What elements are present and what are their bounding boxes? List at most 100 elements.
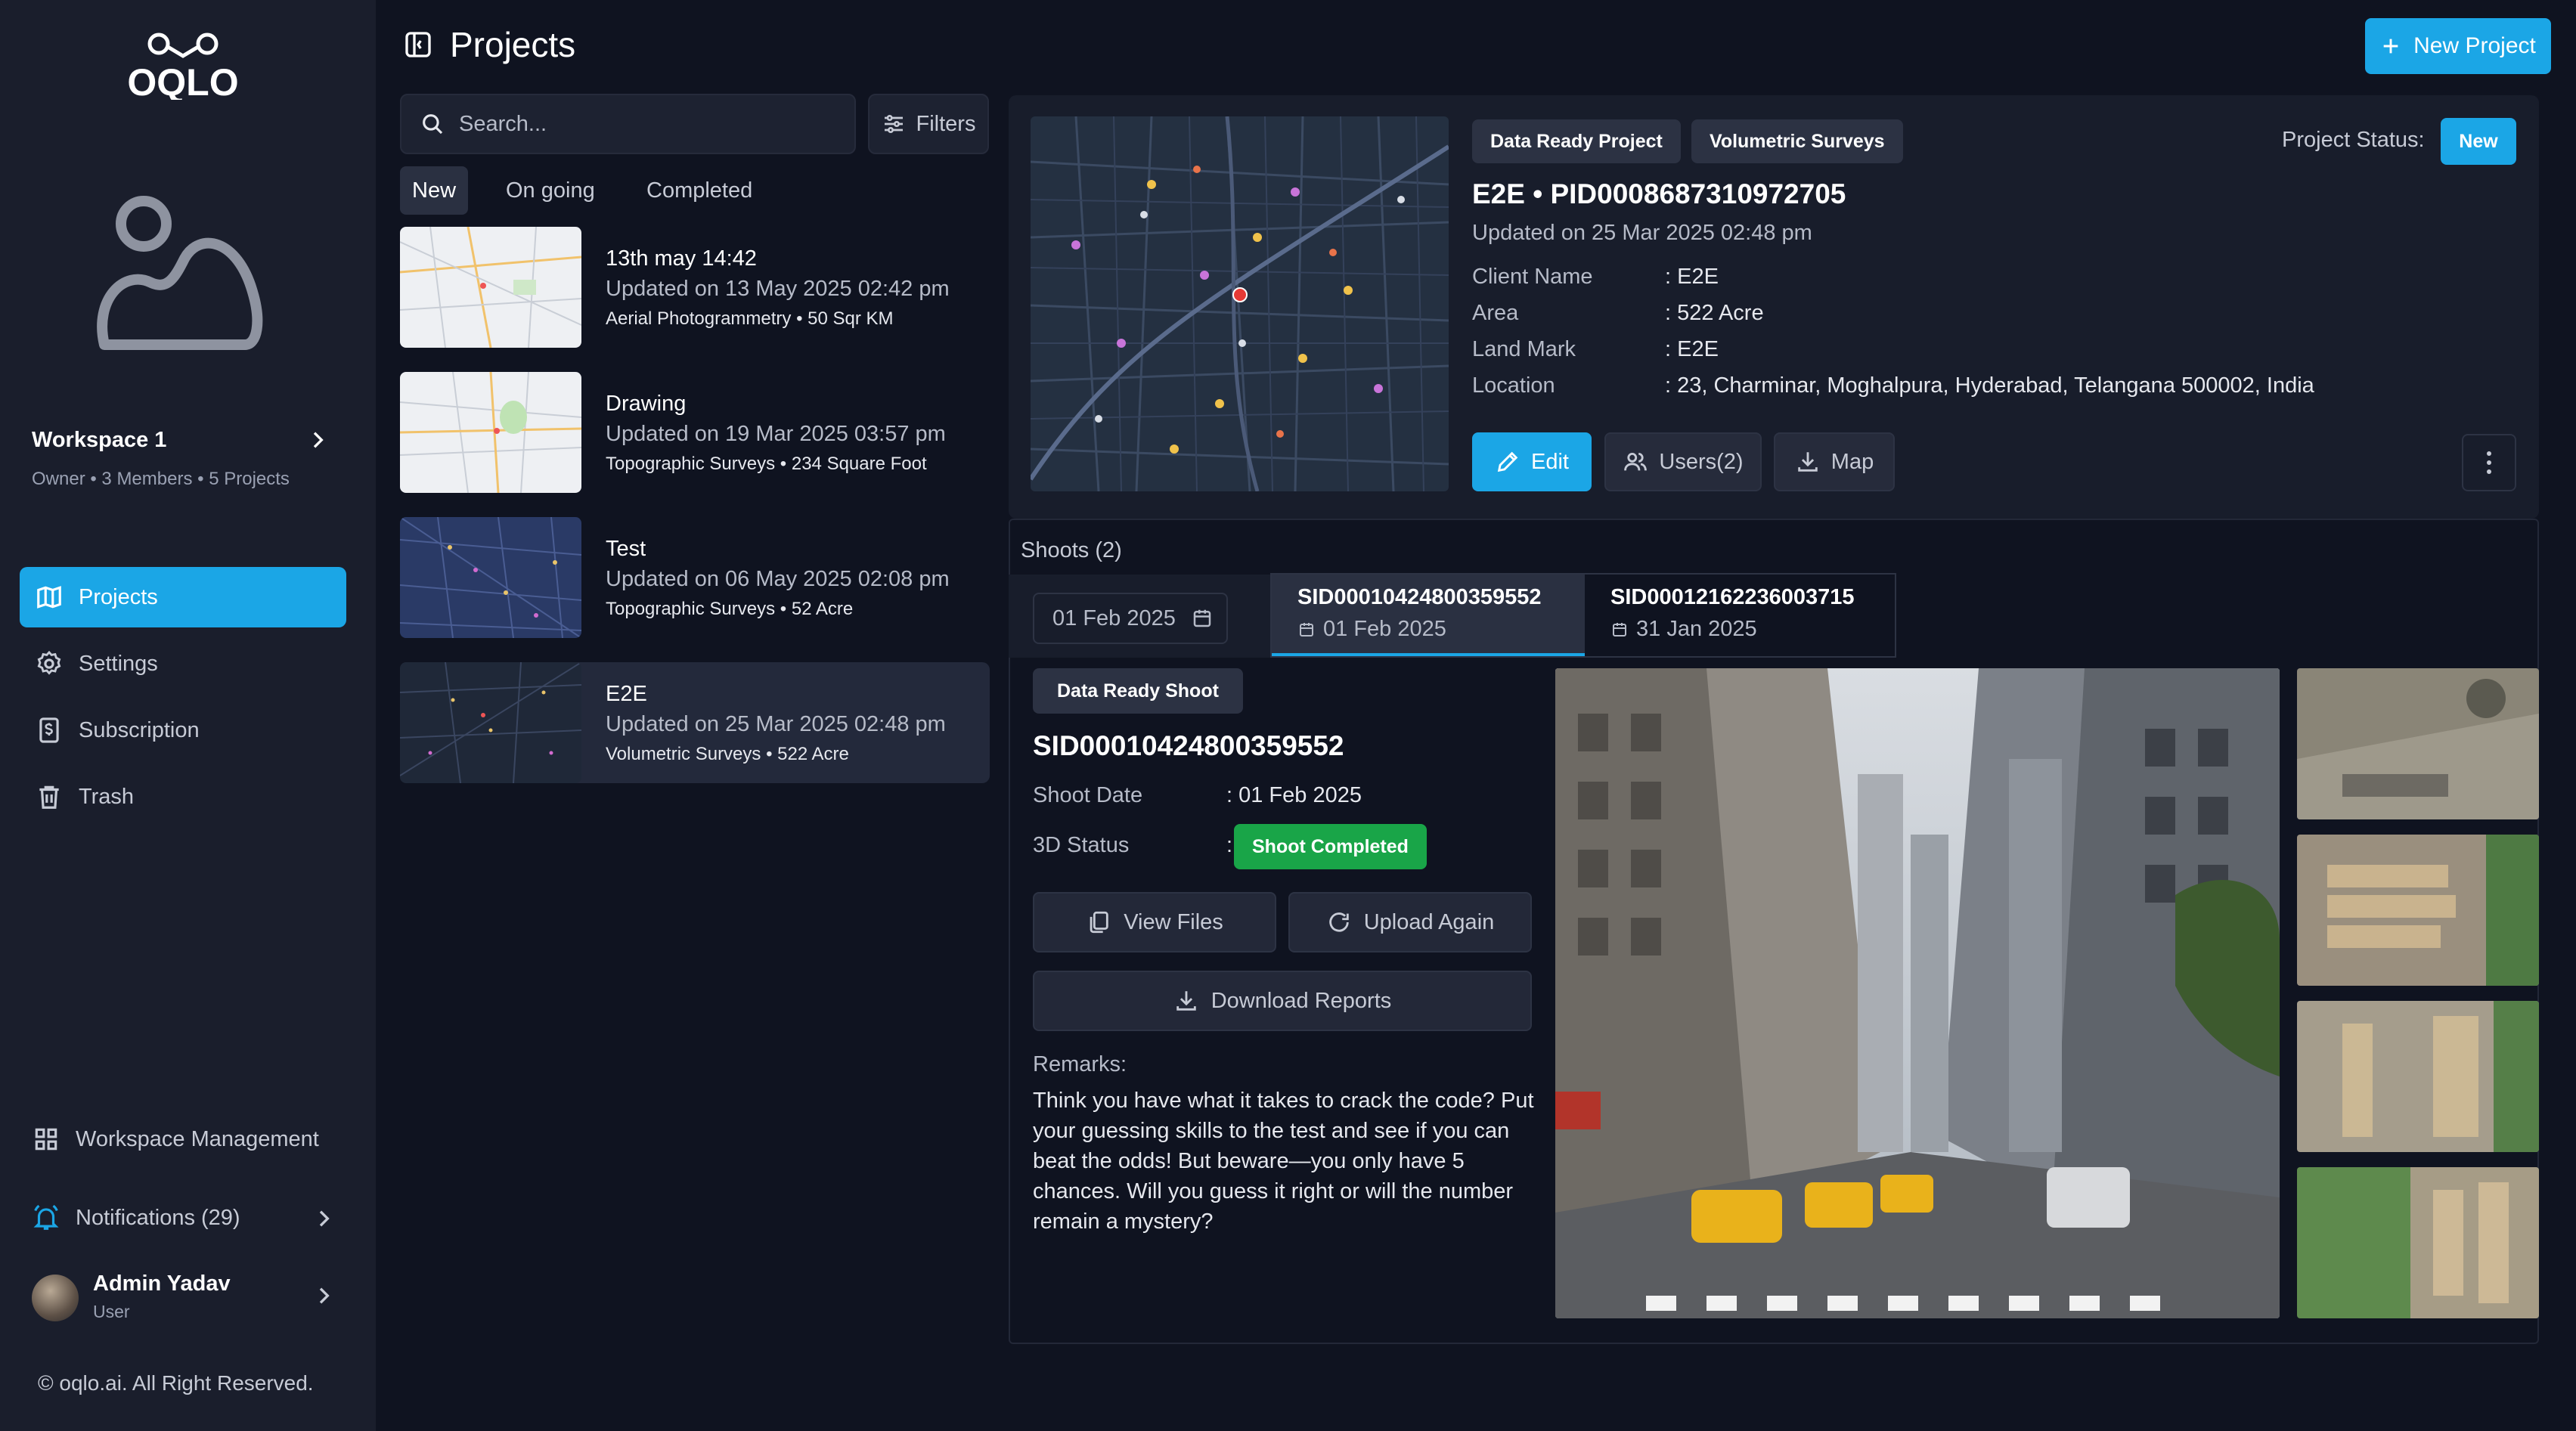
shoot-id: SID00010424800359552 xyxy=(1033,730,1344,761)
sidebar-item-trash[interactable]: Trash xyxy=(20,767,346,827)
workspace-avatar-icon xyxy=(97,196,263,350)
sidebar-toggle-icon[interactable] xyxy=(403,29,433,60)
workspace-meta: Owner • 3 Members • 5 Projects xyxy=(32,469,290,489)
shoots-title: Shoots (2) xyxy=(1021,538,1122,562)
shoot-thumbnail[interactable] xyxy=(2297,835,2539,986)
gear-icon xyxy=(37,650,61,675)
users-icon xyxy=(1624,452,1648,471)
upload-again-button[interactable]: Upload Again xyxy=(1288,892,1532,952)
user-role: User xyxy=(93,1302,130,1321)
avatar xyxy=(32,1275,79,1321)
svg-text:OQLO: OQLO xyxy=(127,61,238,100)
tab-ongoing[interactable]: On going xyxy=(494,166,607,215)
tab-shoot[interactable]: SID00012162236003715 31 Jan 2025 xyxy=(1585,575,1898,656)
shoot-main-image[interactable] xyxy=(1555,668,2280,1318)
project-list-item[interactable]: E2E Updated on 25 Mar 2025 02:48 pm Volu… xyxy=(400,662,990,783)
sidebar-item-subscription[interactable]: Subscription xyxy=(20,700,346,760)
project-name: 13th may 14:42 xyxy=(606,246,757,271)
project-list-item[interactable]: Test Updated on 06 May 2025 02:08 pm Top… xyxy=(400,517,990,638)
trash-icon xyxy=(39,785,59,809)
project-name: Drawing xyxy=(606,392,687,416)
upload-again-label: Upload Again xyxy=(1363,909,1495,934)
search-box[interactable] xyxy=(400,94,856,154)
project-meta: Topographic Surveys • 52 Acre xyxy=(606,599,854,619)
sidebar: OQLO Workspace 1 Owner • 3 Members • 5 P… xyxy=(0,0,376,1431)
user-profile[interactable]: Admin Yadav User xyxy=(32,1271,342,1324)
search-icon xyxy=(423,114,443,135)
map-label: Map xyxy=(1830,449,1874,474)
sidebar-item-label: Workspace Management xyxy=(76,1126,319,1151)
field-value: : 522 Acre xyxy=(1665,301,1764,325)
page-title-text: Projects xyxy=(450,25,576,64)
new-project-button[interactable]: New Project xyxy=(2365,18,2551,74)
status-badge: New xyxy=(2441,118,2516,165)
search-input[interactable] xyxy=(459,111,837,137)
download-reports-label: Download Reports xyxy=(1211,988,1392,1013)
tab-new[interactable]: New xyxy=(400,166,469,215)
calendar-icon xyxy=(1300,622,1313,637)
field-label: Land Mark xyxy=(1472,337,1576,361)
date-filter-value: 01 Feb 2025 xyxy=(1052,606,1176,630)
chevron-right-icon[interactable] xyxy=(312,1206,336,1231)
project-updated: Updated on 25 Mar 2025 02:48 pm xyxy=(606,712,946,736)
remarks-label: Remarks: xyxy=(1033,1052,1127,1076)
map-icon xyxy=(37,586,61,609)
users-button[interactable]: Users(2) xyxy=(1604,432,1762,491)
refresh-icon xyxy=(1328,912,1349,932)
sidebar-item-notifications[interactable]: Notifications (29) xyxy=(32,1203,240,1232)
sidebar-item-label: Notifications (29) xyxy=(76,1205,240,1230)
sidebar-item-projects[interactable]: Projects xyxy=(20,567,346,627)
3d-status-label: 3D Status xyxy=(1033,833,1130,857)
chevron-right-icon[interactable] xyxy=(305,428,330,452)
field-value: : 23, Charminar, Moghalpura, Hyderabad, … xyxy=(1665,373,2314,398)
project-meta: Topographic Surveys • 234 Square Foot xyxy=(606,454,927,474)
field-label: Area xyxy=(1472,301,1519,325)
filters-button[interactable]: Filters xyxy=(868,94,989,154)
shoot-tab-date-text: 31 Jan 2025 xyxy=(1636,617,1757,641)
project-meta: Aerial Photogrammetry • 50 Sqr KM xyxy=(606,308,894,329)
status-badge: Shoot Completed xyxy=(1234,824,1427,869)
tag-data-ready-shoot: Data Ready Shoot xyxy=(1033,668,1243,714)
edit-button[interactable]: Edit xyxy=(1472,432,1592,491)
chevron-right-icon[interactable] xyxy=(312,1284,336,1308)
bell-icon xyxy=(33,1204,59,1230)
shoot-thumbnail[interactable] xyxy=(2297,1001,2539,1152)
sidebar-item-workspace-management[interactable]: Workspace Management xyxy=(32,1125,319,1154)
download-reports-button[interactable]: Download Reports xyxy=(1033,971,1532,1031)
shoot-tab-id: SID00012162236003715 xyxy=(1610,585,1855,609)
shoot-tab-date: 01 Feb 2025 xyxy=(1297,617,1446,642)
field-label: Location xyxy=(1472,373,1555,398)
view-files-label: View Files xyxy=(1124,909,1223,934)
project-name: Test xyxy=(606,537,646,561)
shoot-date-label: Shoot Date xyxy=(1033,783,1143,807)
project-title: E2E • PID0008687310972705 xyxy=(1472,178,1846,209)
project-list-item[interactable]: Drawing Updated on 19 Mar 2025 03:57 pm … xyxy=(400,372,990,493)
project-updated-date: Updated on 25 Mar 2025 02:48 pm xyxy=(1472,221,1812,245)
sidebar-item-label: Projects xyxy=(79,584,158,609)
copyright: © oqlo.ai. All Right Reserved. xyxy=(38,1371,314,1395)
shoot-tab-date: 31 Jan 2025 xyxy=(1610,617,1757,642)
project-map-preview[interactable] xyxy=(1031,116,1449,491)
new-project-label: New Project xyxy=(2413,33,2536,58)
tab-shoot[interactable]: SID00010424800359552 01 Feb 2025 xyxy=(1272,575,1585,656)
project-updated: Updated on 13 May 2025 02:42 pm xyxy=(606,277,950,301)
shoot-date-filter[interactable]: 01 Feb 2025 xyxy=(1033,593,1228,644)
shoot-thumbnail[interactable] xyxy=(2297,1167,2539,1318)
page-title: Projects xyxy=(403,24,575,65)
project-list-item[interactable]: 13th may 14:42 Updated on 13 May 2025 02… xyxy=(400,227,990,348)
project-meta: Volumetric Surveys • 522 Acre xyxy=(606,744,849,764)
shoot-thumbnail[interactable] xyxy=(2297,668,2539,819)
workspace-name[interactable]: Workspace 1 xyxy=(32,428,166,453)
shoot-date-value: : 01 Feb 2025 xyxy=(1226,783,1362,807)
grid-icon xyxy=(35,1128,57,1151)
sidebar-item-settings[interactable]: Settings xyxy=(20,633,346,694)
pencil-icon xyxy=(1497,451,1518,472)
field-value: : E2E xyxy=(1665,265,1719,289)
project-status-label: Project Status: xyxy=(2282,128,2425,152)
users-label: Users(2) xyxy=(1659,449,1744,474)
view-files-button[interactable]: View Files xyxy=(1033,892,1276,952)
map-button[interactable]: Map xyxy=(1774,432,1895,491)
tab-completed[interactable]: Completed xyxy=(634,166,764,215)
more-options-button[interactable] xyxy=(2462,434,2516,491)
edit-label: Edit xyxy=(1531,449,1569,474)
